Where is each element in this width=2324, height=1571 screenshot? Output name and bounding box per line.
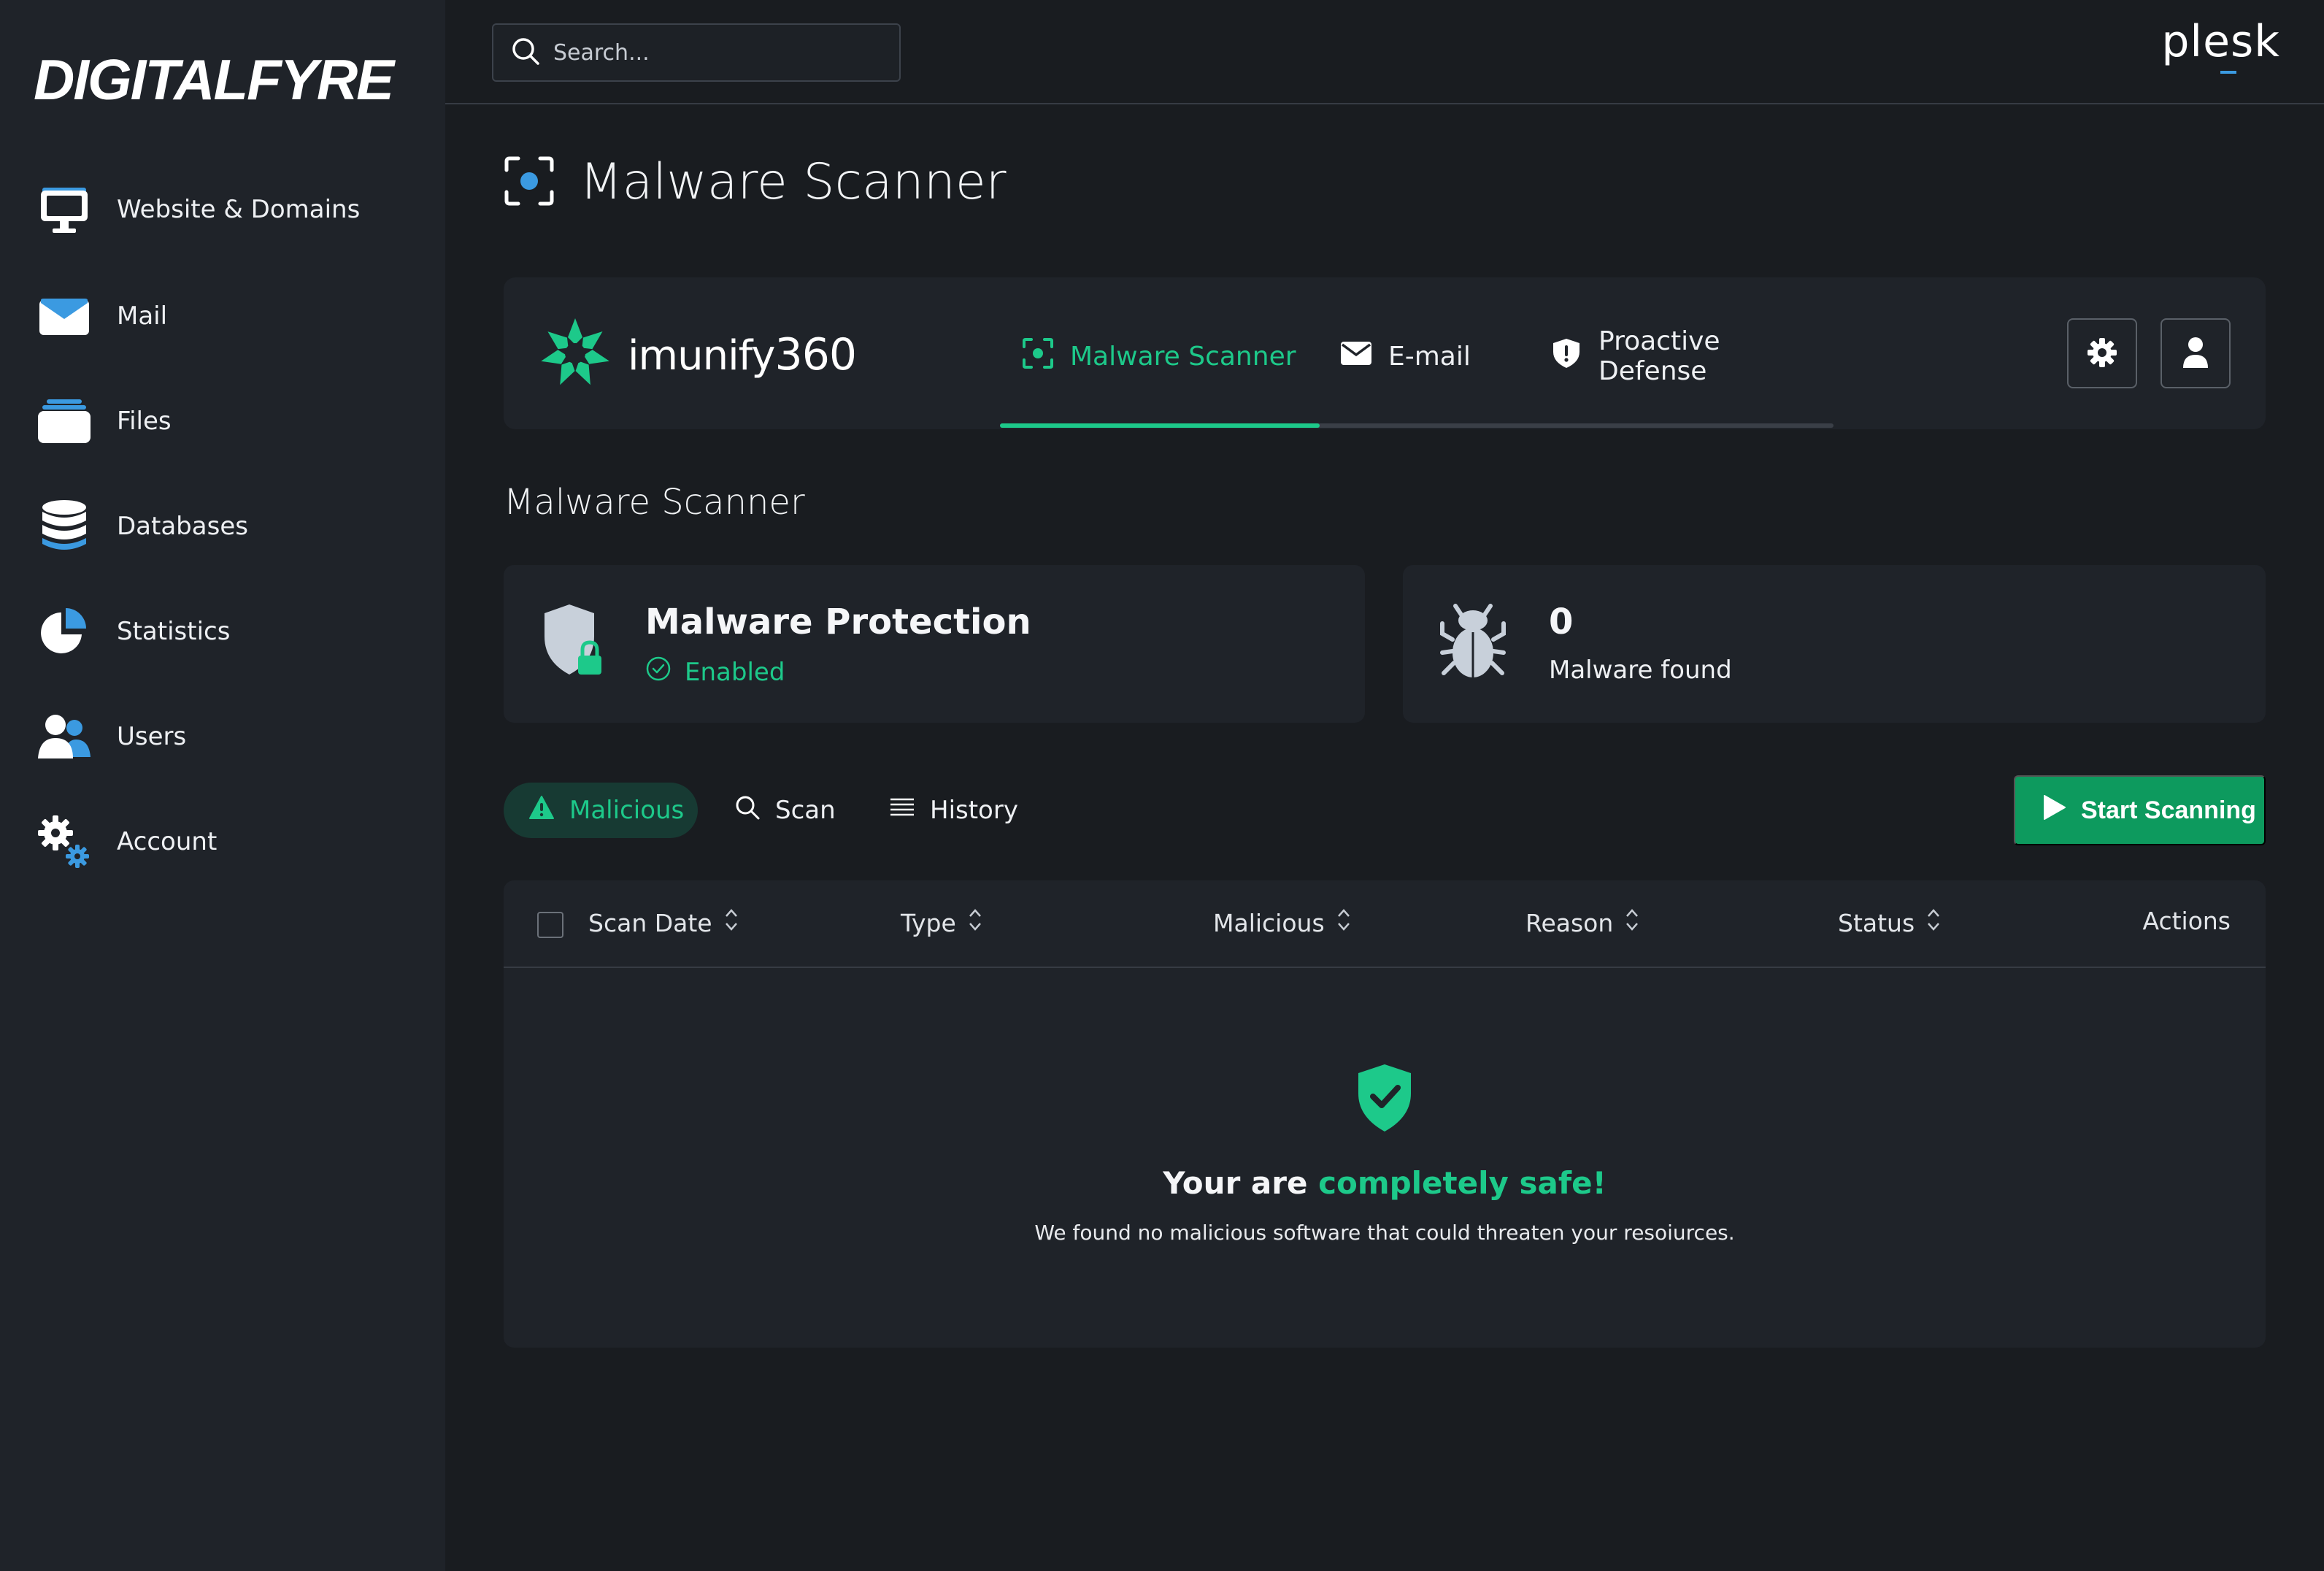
plesk-logo[interactable]: plesk (2161, 16, 2280, 67)
tab-proactive-defense[interactable]: Proactive Defense (1550, 326, 1834, 386)
column-header-scan-date[interactable]: Scan Date (588, 907, 739, 939)
search-icon (734, 794, 761, 827)
filter-scan[interactable]: Scan (734, 783, 836, 838)
sidebar-item-account[interactable]: Account (35, 802, 429, 882)
page-header: Malware Scanner (504, 153, 1007, 211)
sort-icon (1336, 907, 1351, 939)
top-bar: plesk (445, 0, 2324, 104)
files-icon (35, 392, 93, 450)
sidebar-item-label: Account (117, 827, 218, 856)
filter-history[interactable]: History (889, 783, 1018, 838)
sidebar-item-label: Website & Domains (117, 195, 361, 224)
filter-label: History (930, 796, 1018, 825)
tab-label: Malware Scanner (1070, 341, 1296, 372)
check-circle-icon (645, 656, 672, 688)
sort-icon (1625, 907, 1639, 939)
column-header-status[interactable]: Status (1838, 907, 1941, 939)
imunify-star-icon (537, 315, 613, 394)
safe-description: We found no malicious software that coul… (1034, 1221, 1735, 1245)
malware-count-label: Malware found (1549, 656, 1732, 685)
section-title: Malware Scanner (504, 482, 805, 523)
envelope-icon (35, 287, 93, 345)
sidebar-item-label: Mail (117, 301, 168, 331)
column-header-actions: Actions (2142, 907, 2231, 935)
shield-check-icon (1355, 1064, 1414, 1136)
plesk-logo-underscore (2220, 71, 2236, 74)
tab-email[interactable]: E-mail (1340, 334, 1471, 378)
page-title: Malware Scanner (580, 153, 1007, 211)
tab-label: Proactive Defense (1598, 326, 1720, 386)
sort-icon (724, 907, 739, 939)
pie-chart-icon (35, 602, 93, 661)
sidebar-item-mail[interactable]: Mail (35, 276, 429, 356)
column-header-type[interactable]: Type (901, 907, 982, 939)
table-header: Scan Date Type Malicious Reason Status A… (504, 880, 2266, 968)
imunify-tabs: Malware Scanner E-mail Proactive Defense (1000, 277, 1834, 429)
gear-icon (2087, 337, 2117, 370)
filter-label: Scan (775, 796, 836, 825)
sort-icon (1926, 907, 1941, 939)
filter-label: Malicious (569, 796, 685, 825)
imunify-header: imunify360 Malware Scanner E-mail Proact… (504, 277, 2266, 429)
sidebar-item-label: Users (117, 722, 187, 751)
scanner-icon (1022, 337, 1054, 376)
malware-count: 0 (1549, 602, 1574, 642)
empty-state (504, 1063, 2266, 1136)
users-icon (35, 707, 93, 766)
settings-button[interactable] (2067, 318, 2137, 388)
malware-protection-card: Malware Protection Enabled (504, 565, 1365, 723)
select-all-checkbox[interactable] (537, 912, 563, 938)
envelope-icon (1340, 340, 1372, 373)
sidebar-item-databases[interactable]: Databases (35, 486, 429, 566)
shield-lock-icon (540, 602, 610, 686)
list-icon (889, 796, 915, 825)
column-header-reason[interactable]: Reason (1525, 907, 1639, 939)
start-scanning-button[interactable]: Start Scanning (2014, 775, 2266, 845)
user-profile-button[interactable] (2161, 318, 2231, 388)
imunify-wordmark: imunify360 (628, 329, 857, 380)
bug-icon (1439, 602, 1507, 683)
brand-logo[interactable]: DIGITALFYRE (34, 47, 394, 113)
sidebar-item-files[interactable]: Files (35, 381, 429, 461)
filter-malicious[interactable]: Malicious (504, 783, 698, 838)
imunify-logo: imunify360 (537, 315, 857, 394)
scan-results-table: Scan Date Type Malicious Reason Status A… (504, 880, 2266, 1348)
column-header-malicious[interactable]: Malicious (1213, 907, 1351, 939)
card-title: Malware Protection (645, 602, 1031, 642)
malware-found-card: 0 Malware found (1403, 565, 2266, 723)
sidebar-item-label: Files (117, 407, 172, 436)
sidebar-item-label: Statistics (117, 617, 231, 646)
shield-alert-icon (1550, 337, 1582, 376)
button-label: Start Scanning (2081, 796, 2256, 824)
sidebar: DIGITALFYRE Website & Domains Mail Files… (0, 0, 445, 1571)
sidebar-item-statistics[interactable]: Statistics (35, 591, 429, 672)
sidebar-item-website-domains[interactable]: Website & Domains (35, 169, 429, 250)
search-box[interactable] (492, 23, 901, 82)
tab-malware-scanner[interactable]: Malware Scanner (1022, 334, 1296, 378)
status-text: Enabled (685, 657, 785, 687)
tab-label: E-mail (1388, 341, 1471, 372)
active-tab-indicator (1000, 423, 1320, 428)
database-icon (35, 497, 93, 556)
sort-icon (968, 907, 982, 939)
search-input[interactable] (553, 39, 889, 66)
safe-message: Your are completely safe! (1163, 1165, 1607, 1201)
gears-icon (35, 813, 93, 871)
warning-triangle-icon (528, 795, 555, 826)
sidebar-item-users[interactable]: Users (35, 696, 429, 777)
user-icon (2182, 336, 2209, 372)
search-icon (511, 37, 540, 69)
play-icon (2042, 794, 2066, 827)
scanner-icon (504, 155, 555, 210)
monitor-icon (35, 180, 93, 239)
protection-status: Enabled (645, 656, 785, 688)
sidebar-item-label: Databases (117, 512, 248, 541)
